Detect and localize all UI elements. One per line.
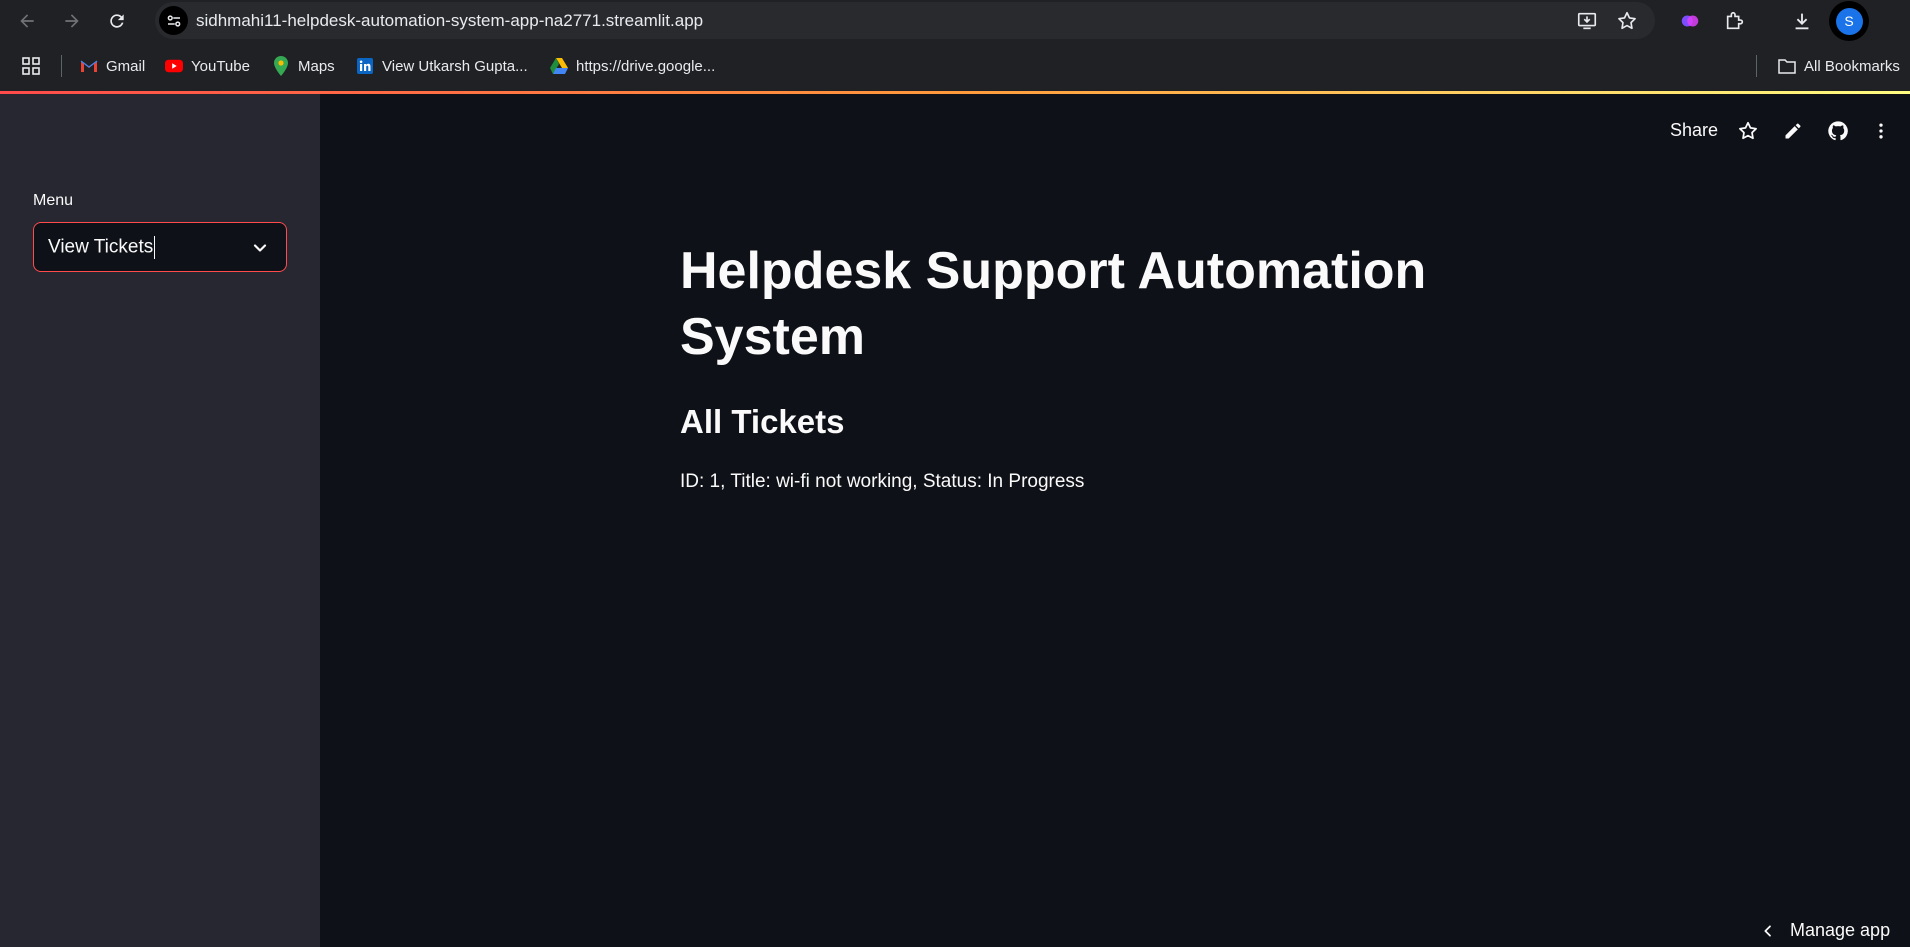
text-cursor [154, 236, 156, 259]
ticket-item: ID: 1, Title: wi-fi not working, Status:… [680, 471, 1085, 492]
menu-label: Menu [33, 192, 74, 209]
selected-option-text: View Tickets [48, 236, 154, 258]
manage-app-button[interactable]: Manage app [1760, 920, 1890, 941]
share-button[interactable]: Share [1670, 120, 1718, 141]
more-vertical-icon [1879, 123, 1883, 139]
pencil-icon [1785, 123, 1801, 139]
section-heading: All Tickets [680, 403, 845, 440]
linkedin-icon [356, 57, 374, 75]
forward-arrow-icon [65, 14, 79, 28]
bookmark-label: View Utkarsh Gupta... [382, 57, 528, 75]
page-title: Helpdesk Support Automation System [680, 242, 1427, 366]
google-drive-icon [550, 57, 568, 75]
bookmark-gmail[interactable]: Gmail [80, 55, 145, 77]
bookmarks-divider [61, 55, 62, 77]
brain-extension-icon [1681, 15, 1699, 27]
edit-button[interactable] [1780, 118, 1806, 144]
menu-selectbox[interactable]: View Tickets [33, 222, 287, 272]
gmail-icon [80, 57, 98, 75]
apps-grid-icon [22, 57, 40, 75]
profile-button[interactable]: S [1829, 1, 1869, 41]
reload-button[interactable] [102, 6, 132, 36]
bookmark-linkedin[interactable]: View Utkarsh Gupta... [356, 55, 528, 77]
tune-icon [167, 14, 180, 27]
main-menu-button[interactable] [1868, 118, 1894, 144]
bookmark-label: Gmail [106, 57, 146, 75]
all-bookmarks-label: All Bookmarks [1804, 57, 1900, 75]
bookmark-star-button[interactable] [1616, 10, 1638, 32]
main-content: Share Helpdesk Support Automation System… [320, 94, 1910, 947]
folder-icon [1778, 57, 1796, 75]
install-app-icon [1577, 12, 1597, 30]
bookmark-label: Maps [298, 57, 335, 75]
bookmark-label: YouTube [191, 57, 250, 75]
all-bookmarks-button[interactable]: All Bookmarks [1778, 55, 1900, 77]
youtube-icon [165, 57, 183, 75]
manage-app-label: Manage app [1790, 920, 1891, 940]
favorite-button[interactable] [1735, 118, 1761, 144]
download-icon [1795, 13, 1809, 30]
chevron-down-icon[interactable] [250, 238, 270, 258]
github-button[interactable] [1825, 118, 1851, 144]
avatar: S [1835, 7, 1863, 35]
puzzle-icon [1726, 11, 1744, 30]
downloads-button[interactable] [1789, 8, 1815, 34]
browser-toolbar: sidhmahi11-helpdesk-automation-system-ap… [0, 0, 1910, 41]
bookmark-label: https://drive.google... [576, 57, 716, 75]
maps-icon [272, 56, 290, 76]
star-outline-icon [1618, 11, 1636, 30]
chevron-left-icon [1764, 924, 1771, 937]
sidebar: Menu View Tickets [0, 94, 320, 947]
url-text[interactable]: sidhmahi11-helpdesk-automation-system-ap… [196, 11, 703, 31]
bookmark-google-drive[interactable]: https://drive.google... [550, 55, 715, 77]
extension-brain-button[interactable] [1677, 8, 1703, 34]
site-info-button[interactable] [159, 6, 188, 35]
star-outline-icon [1739, 121, 1757, 140]
install-app-button[interactable] [1576, 10, 1598, 32]
extensions-button[interactable] [1722, 8, 1748, 34]
forward-button[interactable] [57, 6, 87, 36]
bookmarks-divider [1756, 55, 1757, 77]
back-button[interactable] [12, 6, 42, 36]
address-bar[interactable]: sidhmahi11-helpdesk-automation-system-ap… [155, 2, 1655, 39]
bookmark-youtube[interactable]: YouTube [165, 55, 250, 77]
back-arrow-icon [20, 14, 34, 28]
bookmarks-bar: Gmail YouTube Maps View Utkarsh Gupta...… [0, 41, 1910, 91]
reload-icon [110, 14, 124, 28]
github-icon [1828, 121, 1848, 141]
select-value: View Tickets [48, 236, 156, 259]
apps-button[interactable] [22, 55, 40, 77]
bookmark-maps[interactable]: Maps [272, 55, 335, 77]
